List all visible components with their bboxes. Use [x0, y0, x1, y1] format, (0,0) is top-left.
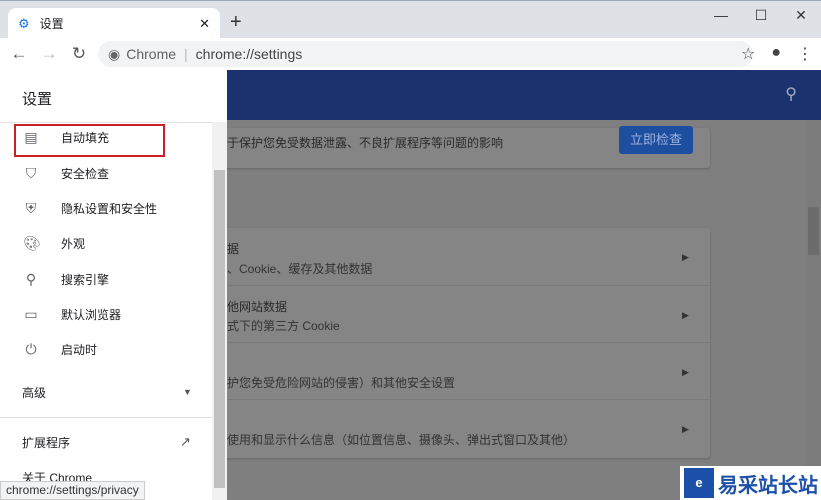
gear-icon: ⚙: [18, 15, 30, 31]
chevron-right-icon: ▶: [682, 310, 689, 320]
main-scrollbar[interactable]: [806, 120, 821, 500]
search-icon: ⚲: [25, 270, 37, 287]
bookmark-star-icon[interactable]: ☆: [741, 44, 755, 64]
forward-button[interactable]: →: [34, 44, 64, 64]
tab-settings[interactable]: ⚙ 设置 ✕: [8, 8, 220, 39]
watermark-logo: e 易采站长站: [680, 466, 821, 500]
search-icon[interactable]: ⚲: [785, 84, 797, 104]
sidebar-advanced[interactable]: 高级 ▼: [0, 375, 212, 409]
back-button[interactable]: ←: [4, 44, 34, 64]
minimize-button[interactable]: —: [701, 1, 741, 29]
new-tab-button[interactable]: +: [230, 11, 242, 34]
main-scrollbar-thumb[interactable]: [808, 207, 819, 255]
sidebar-item-appearance[interactable]: 🎨︎ 外观: [0, 226, 212, 260]
close-tab-icon[interactable]: ✕: [199, 16, 210, 32]
chevron-right-icon: ▶: [682, 252, 689, 262]
profile-icon[interactable]: ●: [771, 44, 781, 64]
tab-strip: ⚙ 设置 ✕ + — ☐ ✕: [0, 0, 821, 39]
toolbar: ← → ↻ ◉ Chrome | chrome://settings ☆ ● ⋮: [0, 38, 821, 70]
sidebar-item-safety-check[interactable]: ⛉ 安全检查: [0, 156, 212, 190]
chevron-right-icon: ▶: [682, 424, 689, 434]
chevron-right-icon: ▶: [682, 367, 689, 377]
status-bubble: chrome://settings/privacy: [0, 481, 145, 500]
reload-button[interactable]: ↻: [64, 44, 94, 64]
menu-icon[interactable]: ⋮: [797, 44, 813, 64]
check-now-button[interactable]: 立即检查: [619, 126, 693, 154]
sidebar-extensions[interactable]: 扩展程序 ↗: [0, 425, 212, 459]
chrome-icon: ◉: [108, 45, 121, 62]
address-bar[interactable]: ◉ Chrome | chrome://settings: [98, 41, 753, 67]
browser-icon: ▭: [24, 305, 38, 322]
sidebar-item-privacy[interactable]: ⛨ 隐私设置和安全性: [0, 191, 212, 225]
drawer-scrollbar-thumb[interactable]: [214, 170, 225, 488]
highlight-box: [14, 124, 165, 157]
sidebar-item-default-browser[interactable]: ▭ 默认浏览器: [0, 297, 212, 331]
drawer-title: 设置: [22, 91, 53, 108]
open-external-icon: ↗: [180, 434, 191, 449]
shield-check-icon: ⛉: [25, 164, 37, 181]
close-window-button[interactable]: ✕: [781, 1, 821, 29]
caret-down-icon: ▼: [183, 387, 192, 397]
power-icon: ⏻: [25, 340, 37, 357]
sidebar-item-on-startup[interactable]: ⏻ 启动时: [0, 332, 212, 366]
sidebar-item-search-engine[interactable]: ⚲ 搜索引擎: [0, 262, 212, 296]
shield-half-icon: ⛨: [25, 199, 37, 216]
maximize-button[interactable]: ☐: [741, 1, 781, 29]
palette-icon: 🎨︎: [23, 234, 41, 251]
